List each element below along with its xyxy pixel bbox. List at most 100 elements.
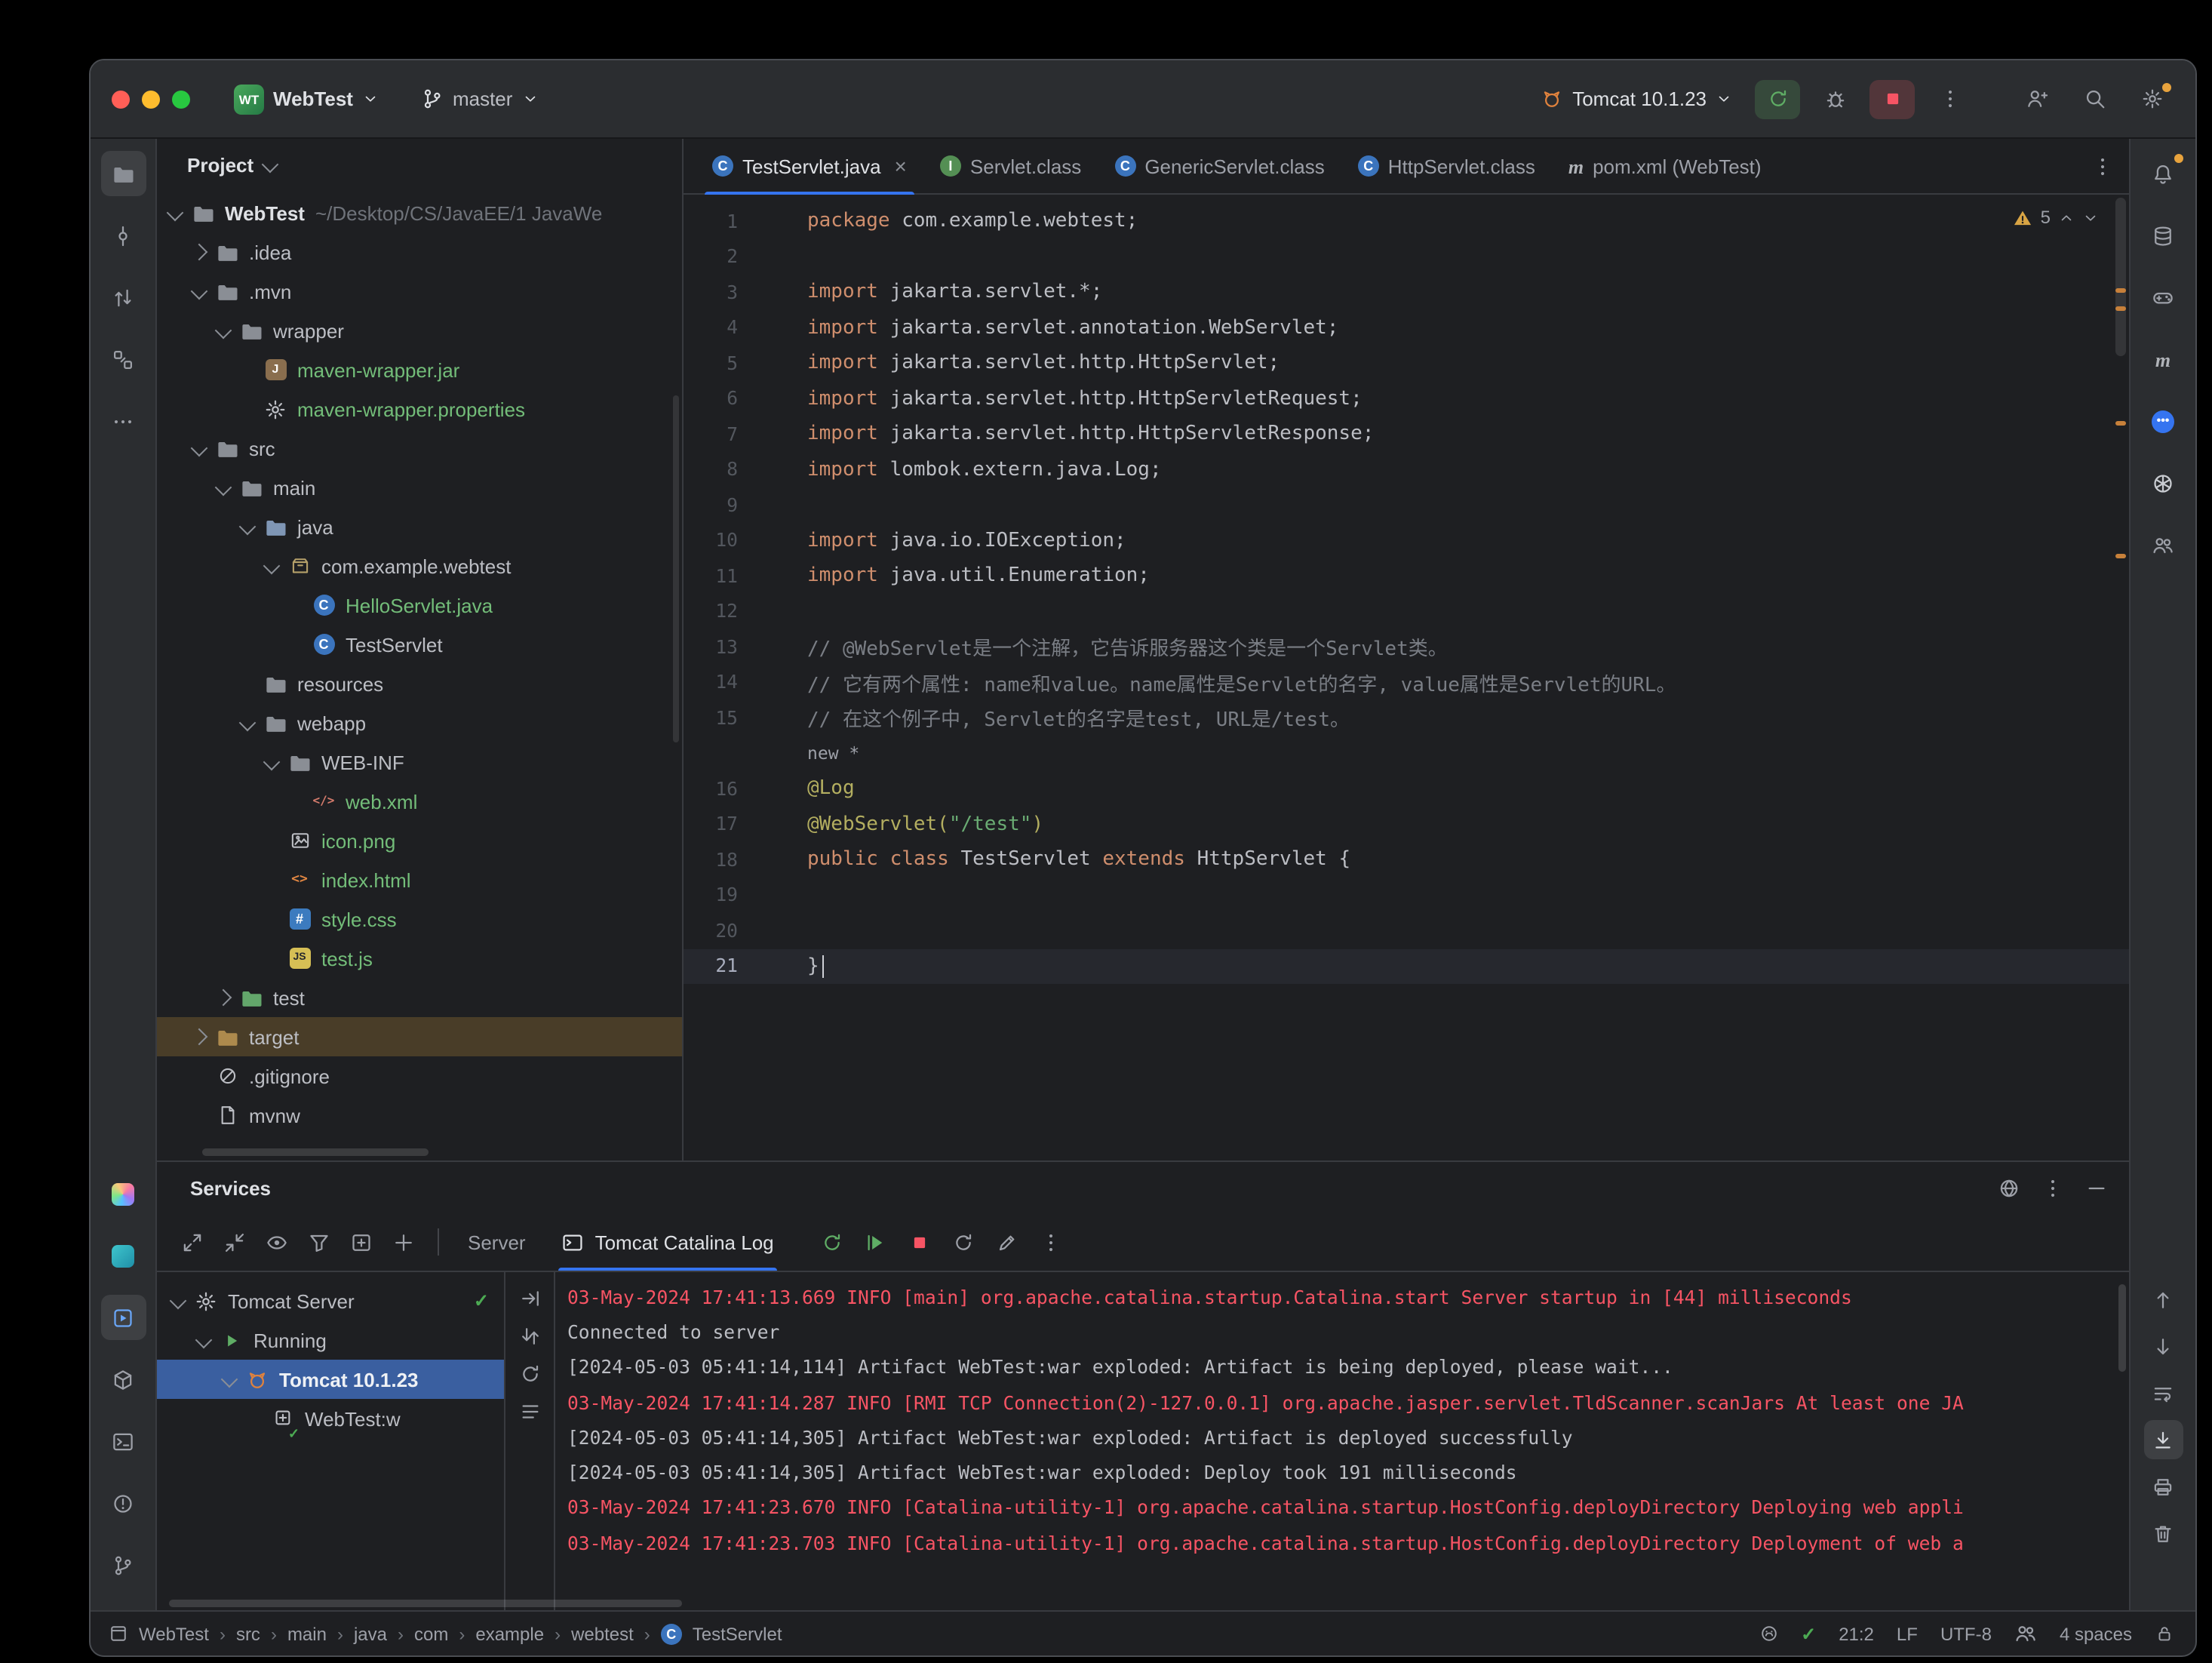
close-tab-icon[interactable]: × (895, 155, 907, 177)
tree-item[interactable]: src (157, 429, 682, 468)
tree-item[interactable]: WebTest ~/Desktop/CS/JavaEE/1 JavaWe (157, 193, 682, 232)
editor-scrollbar-thumb[interactable] (2115, 198, 2126, 356)
arrow-up-button[interactable] (2143, 1280, 2183, 1319)
close-window-button[interactable] (112, 90, 130, 108)
goto-button[interactable] (518, 1287, 541, 1310)
maven-button[interactable]: m (2140, 337, 2186, 382)
warning-mark[interactable] (2115, 421, 2126, 426)
tree-item[interactable]: com.example.webtest (157, 546, 682, 586)
code-line[interactable]: 6 import jakarta.servlet.http.HttpServlet… (684, 381, 2129, 417)
code-line[interactable]: 1 package com.example.webtest; (684, 204, 2129, 239)
tree-chevron-icon[interactable] (214, 478, 232, 496)
tree-item[interactable]: resources (157, 664, 682, 703)
code-line[interactable]: 5 import jakarta.servlet.http.HttpServlet… (684, 346, 2129, 381)
openai-button[interactable] (2140, 460, 2186, 506)
problems-button[interactable] (100, 1480, 146, 1526)
chat-button[interactable]: ••• (2140, 398, 2186, 444)
code-line[interactable]: 12 (684, 594, 2129, 629)
run-configuration-widget[interactable]: Tomcat 10.1.23 (1530, 81, 1743, 116)
code-line[interactable]: 11 import java.util.Enumeration; (684, 558, 2129, 594)
warning-mark[interactable] (2115, 554, 2126, 558)
tree-chevron-icon[interactable] (214, 321, 232, 340)
services-tree-item[interactable]: Tomcat Server ✓ (157, 1281, 504, 1320)
services-tree-item[interactable]: Running (157, 1320, 504, 1360)
collapse-button[interactable] (223, 1231, 246, 1253)
editor-tab[interactable]: C GenericServlet.class (1098, 139, 1341, 193)
warning-mark[interactable] (2115, 288, 2126, 293)
tree-item[interactable]: # style.css (157, 899, 682, 939)
tab-list-menu-button[interactable] (2091, 139, 2129, 193)
editor-tab[interactable]: I Servlet.class (923, 139, 1098, 193)
services-tree-item[interactable]: Tomcat 10.1.23 (157, 1360, 504, 1399)
services-tab[interactable]: Tomcat Catalina Log (556, 1213, 780, 1271)
structure-button[interactable] (100, 337, 146, 382)
add-tab-button[interactable] (350, 1231, 373, 1253)
debug-button[interactable] (1812, 79, 1857, 118)
softwrap-button[interactable] (2143, 1373, 2183, 1412)
more-tools-button[interactable] (100, 398, 146, 444)
breadcrumb-item[interactable]: main (287, 1623, 327, 1644)
code-line[interactable]: 16 @Log (684, 771, 2129, 807)
breadcrumb-item[interactable]: com (414, 1623, 448, 1644)
tree-item[interactable]: WEB-INF (157, 742, 682, 782)
line-separator[interactable]: LF (1897, 1623, 1918, 1644)
zoom-window-button[interactable] (172, 90, 190, 108)
tree-item[interactable]: .mvn (157, 272, 682, 311)
refresh-button[interactable] (518, 1363, 541, 1385)
tree-item[interactable]: Jmaven-wrapper.jar (157, 350, 682, 389)
tree-item[interactable]: test (157, 978, 682, 1017)
tree-item[interactable]: mvnw (157, 1096, 682, 1135)
tree-chevron-icon[interactable] (190, 439, 208, 457)
tree-item[interactable]: target (157, 1017, 682, 1056)
tree-item[interactable]: .gitignore (157, 1056, 682, 1096)
tree-item[interactable]: .idea (157, 232, 682, 272)
tree-item[interactable]: C HelloServlet.java (157, 586, 682, 625)
commit-button[interactable] (100, 213, 146, 258)
services-tree-item[interactable]: ✓ WebTest:w (157, 1399, 504, 1441)
minimize-window-button[interactable] (142, 90, 160, 108)
code-with-me-button[interactable] (2014, 79, 2060, 118)
tree-chevron-icon[interactable] (190, 1028, 208, 1046)
breadcrumb-item[interactable]: example (475, 1623, 544, 1644)
console-horizontal-scrollbar[interactable] (169, 1600, 682, 1607)
filter-button[interactable] (308, 1231, 330, 1253)
code-line[interactable]: 10 import java.io.IOException; (684, 523, 2129, 558)
rerun-button[interactable] (821, 1231, 843, 1253)
tree-chevron-icon[interactable] (190, 243, 208, 261)
tree-item[interactable]: <> index.html (157, 860, 682, 899)
tree-item[interactable]: webapp (157, 703, 682, 742)
tree-item[interactable]: JS test.js (157, 939, 682, 978)
eye-button[interactable] (266, 1231, 288, 1253)
breadcrumb-item[interactable]: webtest (571, 1623, 634, 1644)
deploy-button[interactable] (996, 1231, 1018, 1253)
indent-setting[interactable]: 4 spaces (2060, 1623, 2132, 1644)
ai-assistant-button[interactable] (100, 1171, 146, 1216)
code-line[interactable]: 15 // 在这个例子中, Servlet的名字是test, URL是/test。 (684, 700, 2129, 736)
hide-button[interactable] (2085, 1176, 2108, 1199)
project-widget[interactable]: WT WebTest (223, 78, 389, 120)
search-everywhere-button[interactable] (2072, 79, 2117, 118)
tree-item[interactable]: maven-wrapper.properties (157, 389, 682, 429)
console-vertical-scrollbar[interactable] (2118, 1284, 2126, 1372)
code-line[interactable]: 13 // @WebServlet是一个注解，它告诉服务器这个类是一个Servle… (684, 629, 2129, 665)
warning-mark[interactable] (2115, 306, 2126, 311)
tree-item[interactable]: icon.png (157, 821, 682, 860)
tree-chevron-icon[interactable] (190, 282, 208, 300)
refresh-button[interactable] (952, 1231, 975, 1253)
editor-error-stripe[interactable] (2111, 195, 2129, 1160)
lock-icon[interactable] (2155, 1624, 2174, 1643)
code-line[interactable]: new * (684, 736, 2129, 771)
tree-chevron-icon[interactable] (238, 518, 257, 536)
tree-chevron-icon[interactable] (263, 557, 281, 575)
run-button[interactable] (1755, 79, 1800, 118)
trash-button[interactable] (2143, 1514, 2183, 1553)
project-vertical-scrollbar[interactable] (673, 395, 679, 742)
tree-chevron-icon[interactable] (263, 753, 281, 771)
pull-requests-button[interactable] (100, 275, 146, 320)
resume-button[interactable] (865, 1231, 887, 1253)
packages-button[interactable] (100, 1357, 146, 1402)
copilot-icon[interactable] (1759, 1624, 1778, 1643)
code-line[interactable]: 2 (684, 239, 2129, 275)
code-line[interactable]: 7 import jakarta.servlet.http.HttpServlet… (684, 417, 2129, 452)
code-line[interactable]: 18 public class TestServlet extends HttpS… (684, 842, 2129, 878)
